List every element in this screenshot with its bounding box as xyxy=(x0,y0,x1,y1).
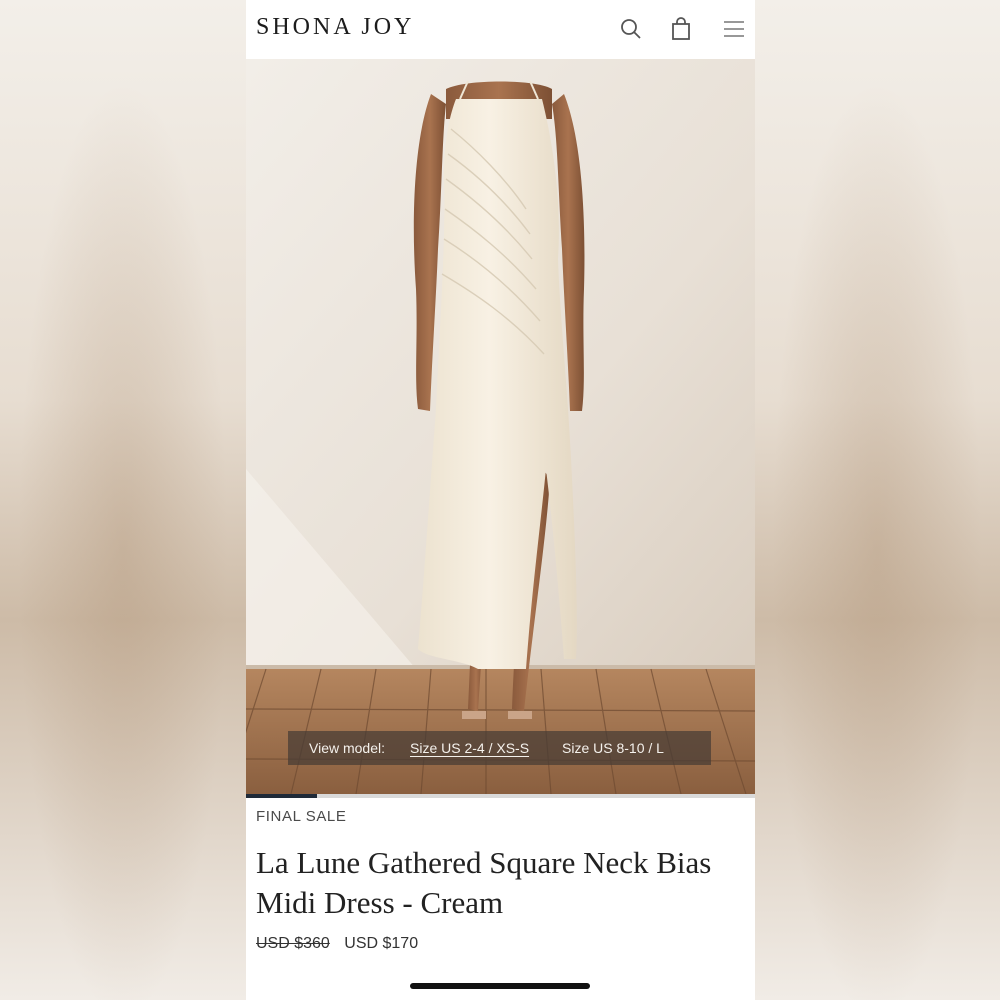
gallery-progress-track[interactable] xyxy=(246,794,755,798)
view-model-bar: View model: Size US 2-4 / XS-S Size US 8… xyxy=(288,731,711,765)
product-photo xyxy=(246,59,755,794)
site-header: SHONA JOY xyxy=(246,0,755,59)
product-image-gallery[interactable]: View model: Size US 2-4 / XS-S Size US 8… xyxy=(246,59,755,794)
search-icon[interactable] xyxy=(618,16,644,42)
blurred-background-left xyxy=(0,0,246,1000)
home-indicator[interactable] xyxy=(410,983,590,989)
original-price: USD $360 xyxy=(256,935,330,952)
phone-screen: SHONA JOY View model: Size US 2-4 / XS-S… xyxy=(246,0,755,1000)
size-option-xs-s[interactable]: Size US 2-4 / XS-S xyxy=(410,740,529,756)
view-model-label: View model: xyxy=(309,740,386,756)
gallery-progress-fill xyxy=(246,794,318,798)
price-row: USD $360 USD $170 xyxy=(256,935,418,953)
shopping-bag-icon[interactable] xyxy=(668,16,694,42)
final-sale-badge: FINAL SALE xyxy=(256,808,347,825)
hamburger-menu-icon[interactable] xyxy=(721,16,747,42)
brand-logo[interactable]: SHONA JOY xyxy=(256,14,414,41)
size-option-l[interactable]: Size US 8-10 / L xyxy=(562,740,664,756)
product-title: La Lune Gathered Square Neck Bias Midi D… xyxy=(256,845,712,920)
blurred-background-right xyxy=(754,0,1000,1000)
sale-price: USD $170 xyxy=(344,935,419,952)
